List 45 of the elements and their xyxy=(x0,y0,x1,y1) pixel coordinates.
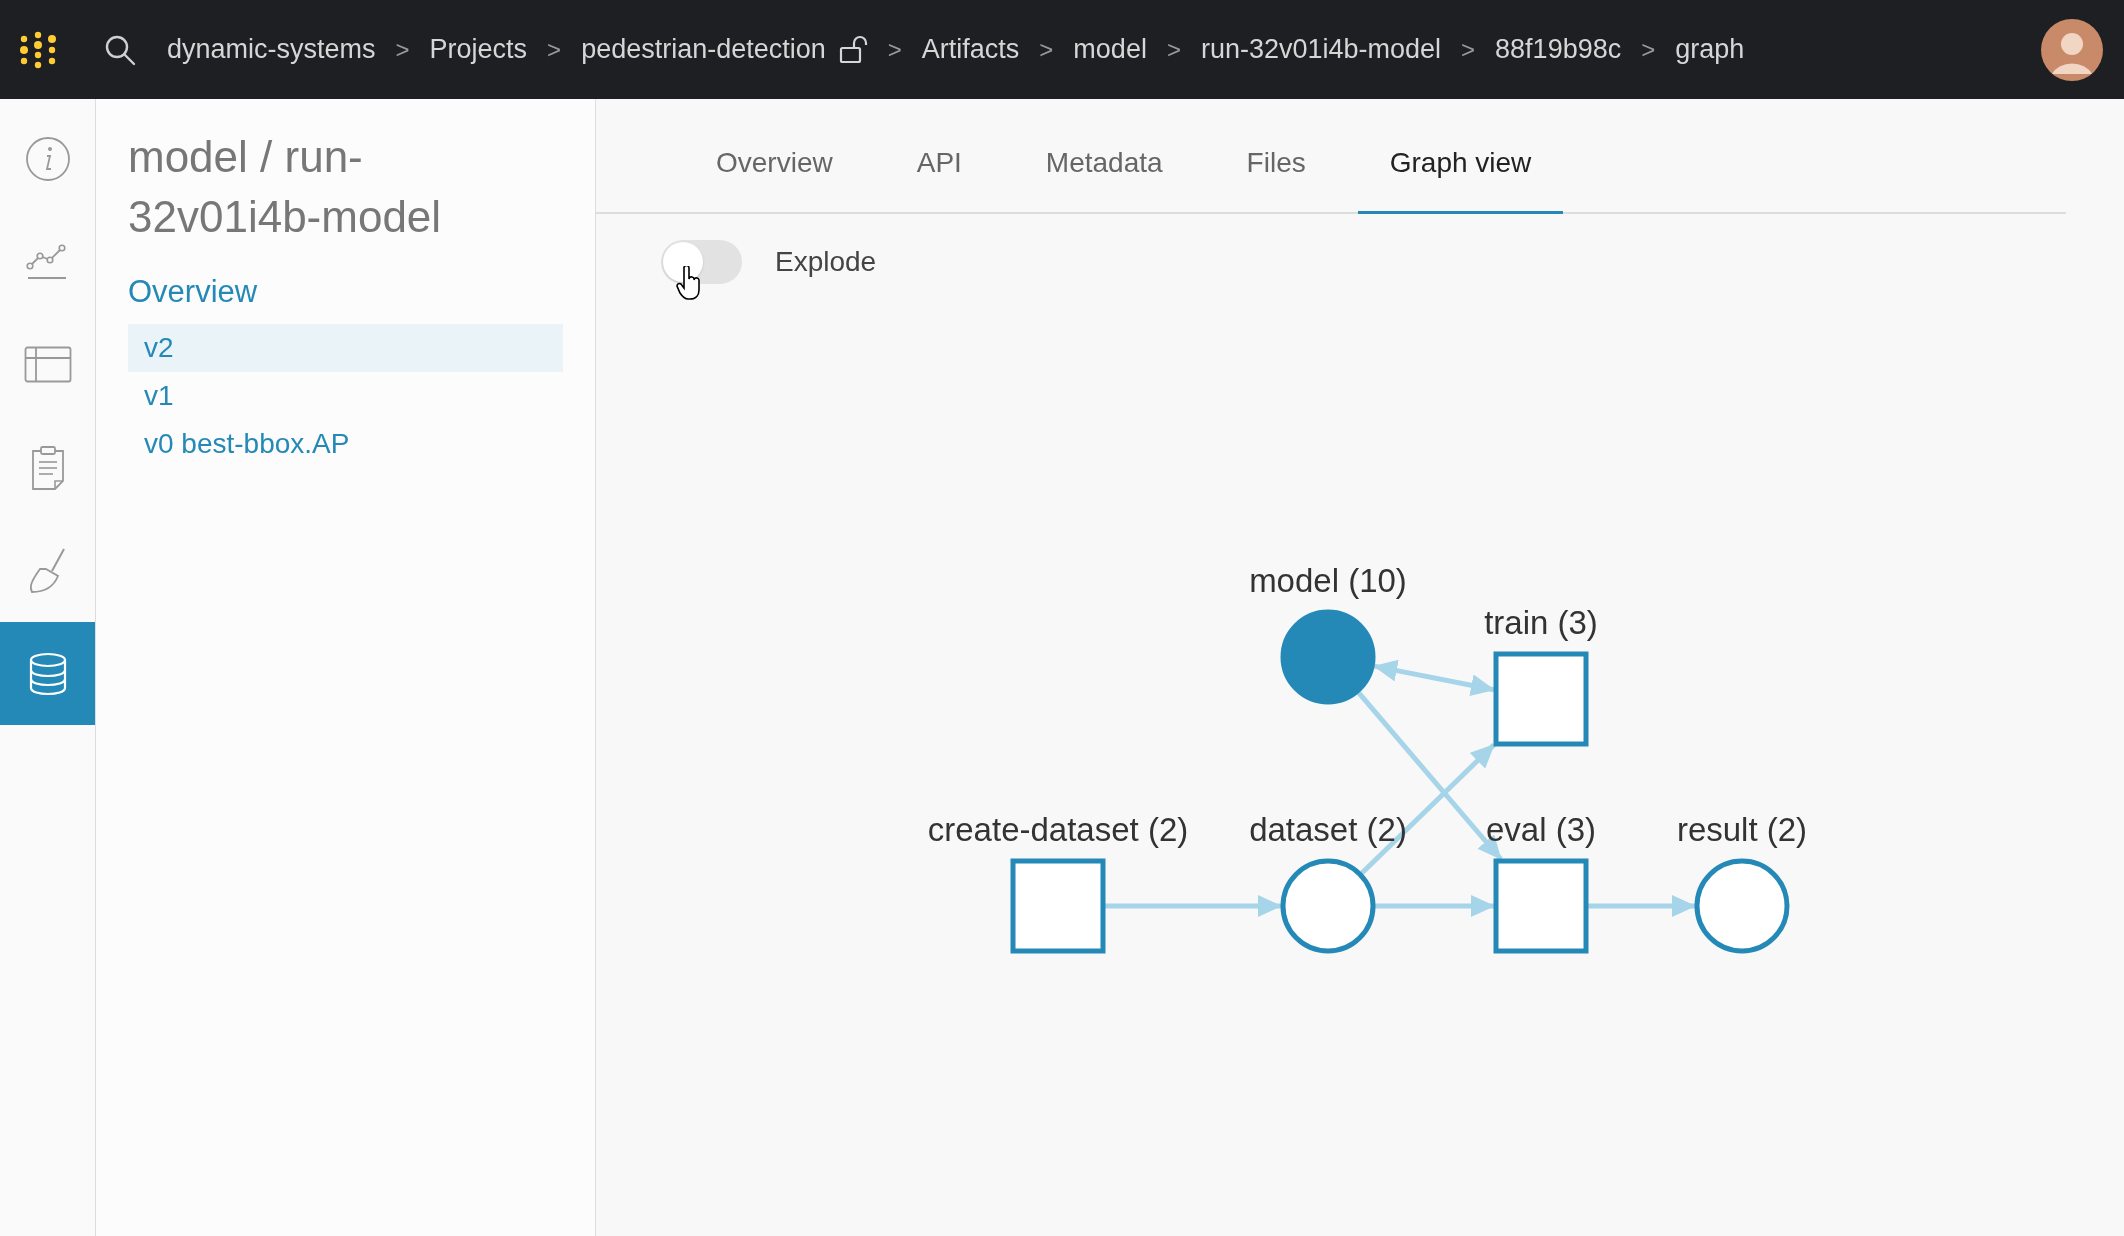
node-label: create-dataset (2) xyxy=(927,811,1189,848)
hand-cursor-icon xyxy=(676,266,702,300)
graph-node[interactable] xyxy=(1493,651,1589,747)
graph-node[interactable] xyxy=(1280,858,1376,954)
breadcrumb-link[interactable]: graph xyxy=(1675,29,1745,70)
breadcrumb-separator: > xyxy=(887,34,902,65)
breadcrumb-link[interactable]: Projects xyxy=(429,29,528,70)
breadcrumb-separator: > xyxy=(1166,34,1181,65)
version-item[interactable]: v0 best-bbox.AP xyxy=(128,419,563,468)
version-item[interactable]: v2 xyxy=(128,323,563,372)
node-label: result (2) xyxy=(1676,811,1808,848)
breadcrumb-separator: > xyxy=(547,34,562,65)
breadcrumb-link[interactable]: pedestrian-detection xyxy=(581,29,826,70)
logo-icon[interactable] xyxy=(19,30,57,69)
explode-label: Explode xyxy=(775,245,877,279)
tab[interactable]: Overview xyxy=(684,142,865,214)
breadcrumb-link[interactable]: Artifacts xyxy=(921,29,1020,70)
node-label: model (10) xyxy=(1249,562,1407,599)
breadcrumb-link[interactable]: dynamic-systems xyxy=(167,29,376,70)
unlocked-padlock-icon[interactable] xyxy=(837,34,868,65)
user-avatar[interactable] xyxy=(2040,17,2104,82)
version-item[interactable]: v1 xyxy=(128,371,563,420)
breadcrumb-separator: > xyxy=(1641,34,1656,65)
tab[interactable]: Files xyxy=(1214,142,1338,214)
tab[interactable]: API xyxy=(884,142,994,214)
breadcrumb-link[interactable]: run-32v01i4b-model xyxy=(1200,29,1442,70)
node-label: eval (3) xyxy=(1486,811,1596,848)
overview-link[interactable]: Overview xyxy=(128,269,258,316)
tab[interactable]: Graph view xyxy=(1357,142,1564,214)
artifact-title: model / run-32v01i4b-model xyxy=(128,131,443,243)
graph-node[interactable] xyxy=(1493,858,1589,954)
breadcrumb-link[interactable]: model xyxy=(1073,29,1147,70)
node-label: dataset (2) xyxy=(1249,811,1407,848)
breadcrumb-separator: > xyxy=(1039,34,1054,65)
breadcrumb-separator: > xyxy=(1461,34,1476,65)
breadcrumb-link[interactable]: 88f19b98c xyxy=(1495,29,1622,70)
breadcrumb-separator: > xyxy=(395,34,410,65)
table-icon xyxy=(23,345,72,384)
tab[interactable]: Metadata xyxy=(1013,142,1195,214)
database-icon xyxy=(27,651,68,696)
graph-node[interactable] xyxy=(1694,858,1790,954)
graph-node[interactable] xyxy=(1010,858,1106,954)
graph-node[interactable] xyxy=(1280,609,1376,705)
node-label: train (3) xyxy=(1484,604,1598,641)
info-icon xyxy=(24,135,71,182)
